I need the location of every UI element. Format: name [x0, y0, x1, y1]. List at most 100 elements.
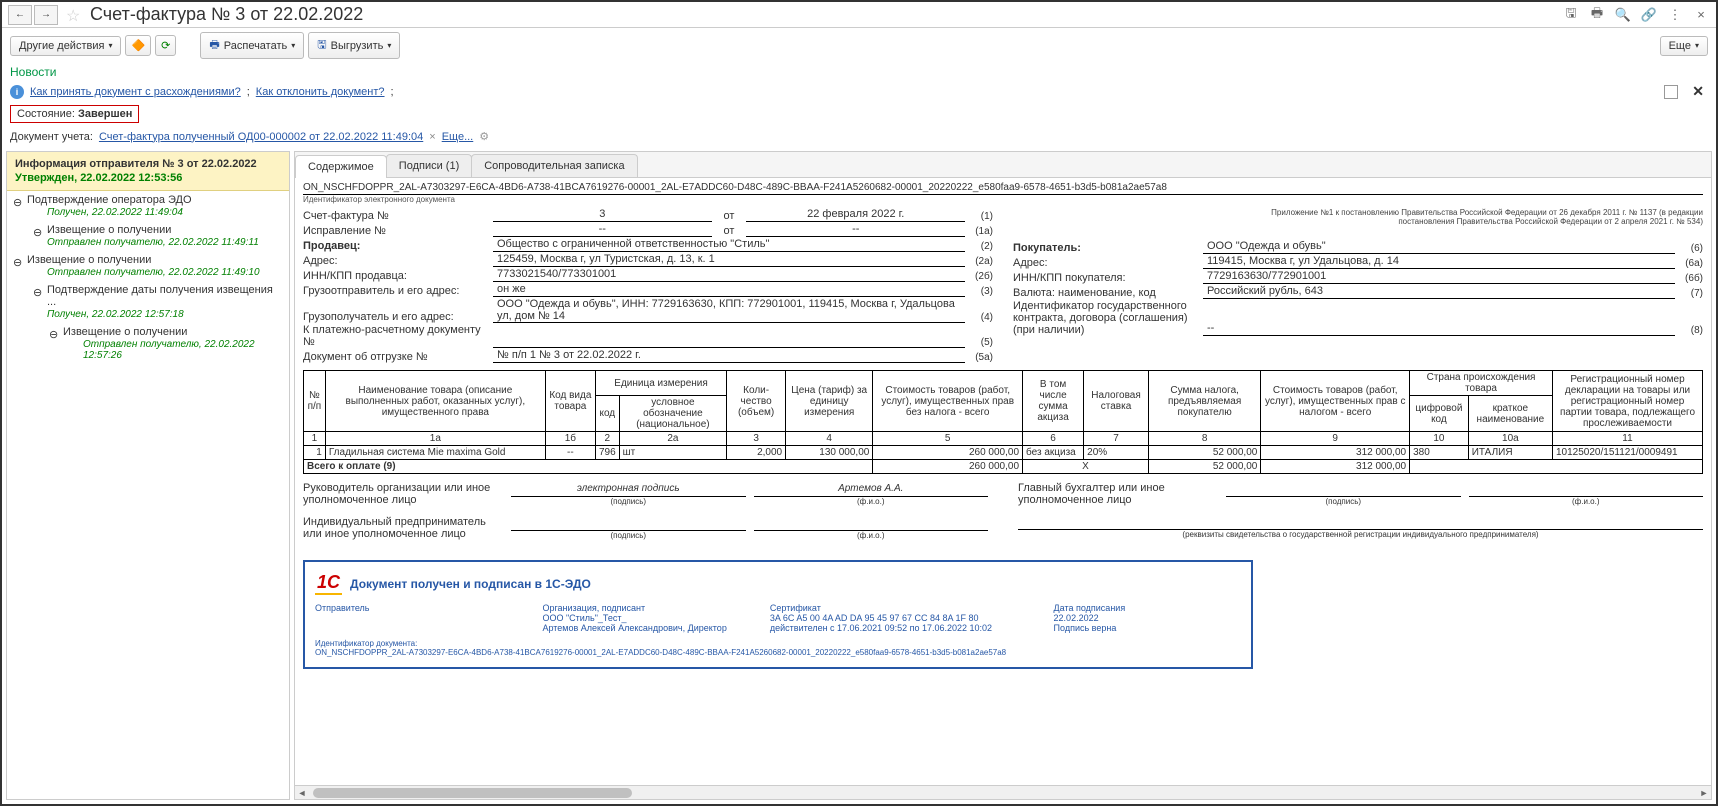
sidebar-item-title: Извещение о получении: [27, 254, 285, 266]
news-link[interactable]: Новости: [2, 63, 1716, 81]
th-tax: Сумма налога, предъявляемая покупателю: [1148, 371, 1260, 432]
form-value: 22 февраля 2022 г.: [746, 208, 965, 222]
scroll-left-icon[interactable]: ◄: [295, 786, 309, 800]
sidebar-item[interactable]: ⊖Извещение о полученииОтправлен получате…: [7, 221, 289, 251]
doc-file-id: ON_NSCHFDOPPR_2AL-A7303297-E6CA-4BD6-A73…: [303, 182, 1703, 195]
th-unit: Единица измерения: [595, 371, 726, 396]
form-value: 7733021540/773301001: [493, 268, 965, 282]
print-icon[interactable]: 🖶: [1588, 6, 1606, 24]
close-icon[interactable]: ×: [1692, 6, 1710, 24]
accounting-doc-label: Документ учета:: [10, 131, 93, 143]
th-kind: Код вида товара: [545, 371, 595, 432]
form-value: 125459, Москва г, ул Туристская, д. 13, …: [493, 253, 965, 267]
sidebar-item[interactable]: ⊖Извещение о полученииОтправлен получате…: [7, 251, 289, 281]
sidebar-item[interactable]: ⊖Извещение о полученииОтправлен получате…: [7, 323, 289, 364]
sign-bottom-label: Индивидуальный предприниматель или иное …: [303, 516, 503, 540]
form-value: 3: [493, 208, 712, 222]
tab-cover-note[interactable]: Сопроводительная записка: [471, 154, 637, 177]
edo-title: Документ получен и подписан в 1С-ЭДО: [350, 577, 591, 591]
sidebar-item-sub: Отправлен получателю, 22.02.2022 11:49:1…: [27, 267, 285, 278]
status-label: Состояние:: [17, 108, 75, 120]
export-button[interactable]: 🖫Выгрузить▾: [308, 32, 400, 59]
edo-sender-label: Отправитель: [315, 603, 502, 613]
sign-line-signature: электронная подпись: [511, 483, 746, 497]
form-value: Общество с ограниченной ответственностью…: [493, 238, 965, 252]
form-label: К платежно-расчетному документу №: [303, 324, 493, 348]
nav-back-button[interactable]: ←: [8, 5, 32, 25]
sidebar-item[interactable]: ⊖Подтверждение оператора ЭДОПолучен, 22.…: [7, 191, 289, 221]
th-num: № п/п: [304, 371, 326, 432]
sidebar-item[interactable]: ⊖Подтверждение даты получения извещения …: [7, 281, 289, 323]
gear-icon[interactable]: ⚙: [479, 130, 489, 143]
scroll-right-icon[interactable]: ►: [1697, 786, 1711, 800]
th-qty: Коли- чество (объем): [727, 371, 786, 432]
search-icon[interactable]: 🔍: [1614, 6, 1632, 24]
sign-left-label: Руководитель организации или иное уполно…: [303, 482, 503, 506]
table-total-row: Всего к оплате (9) 260 000,00 X 52 000,0…: [304, 460, 1703, 474]
tab-content[interactable]: Содержимое: [295, 155, 387, 178]
edo-date-value: 22.02.2022: [1054, 613, 1241, 623]
edo-cert-value: 3A 6C A5 00 4A AD DA 95 45 97 67 CC 84 8…: [770, 613, 1014, 623]
sidebar-item-title: Извещение о получении: [47, 224, 285, 236]
tab-signatures[interactable]: Подписи (1): [386, 154, 472, 177]
refresh-button[interactable]: ⟳: [155, 35, 176, 56]
accounting-doc-more[interactable]: Еще...: [442, 131, 474, 143]
form-label: ИНН/КПП покупателя:: [1013, 272, 1203, 284]
form-value: он же: [493, 283, 965, 297]
info-row: i Как принять документ с расхождениями?;…: [2, 81, 1716, 102]
horizontal-scrollbar[interactable]: ◄ ►: [295, 785, 1711, 799]
page-title: Счет-фактура № 3 от 22.02.2022: [90, 4, 1562, 25]
hierarchy-button[interactable]: 🔶: [125, 35, 151, 56]
edo-verify: Подпись верна: [1054, 623, 1241, 633]
other-actions-label: Другие действия: [19, 40, 104, 52]
sidebar-header-sub: Утвержден, 22.02.2022 12:53:56: [15, 172, 281, 184]
list-icon[interactable]: [1664, 85, 1678, 99]
nav-forward-button[interactable]: →: [34, 5, 58, 25]
form-label: Покупатель:: [1013, 242, 1203, 254]
table-row: 1 Гладильная система Mie maxima Gold -- …: [304, 446, 1703, 460]
status-row: Состояние: Завершен: [2, 102, 1716, 126]
status-badge: Состояние: Завершен: [10, 105, 139, 123]
doc-file-id-label: Идентификатор электронного документа: [303, 195, 1703, 204]
titlebar: ← → ☆ Счет-фактура № 3 от 22.02.2022 🖫 🖶…: [2, 2, 1716, 28]
sidebar-item-sub: Отправлен получателю, 22.02.2022 11:49:1…: [47, 237, 285, 248]
more-button[interactable]: Еще▾: [1660, 36, 1708, 56]
sign-right-label: Главный бухгалтер или иное уполномоченно…: [1018, 482, 1218, 506]
menu-icon[interactable]: ⋮: [1666, 6, 1684, 24]
save-icon[interactable]: 🖫: [1562, 6, 1580, 24]
sidebar-header-title: Информация отправителя № 3 от 22.02.2022: [15, 158, 281, 170]
th-sum-notax: Стоимость товаров (работ, услуг), имущес…: [873, 371, 1023, 432]
favorite-icon[interactable]: ☆: [66, 6, 84, 24]
sidebar-item-title: Подтверждение даты получения извещения .…: [47, 284, 285, 308]
form-label: Грузоотправитель и его адрес:: [303, 285, 493, 297]
edo-org-label: Организация, подписант: [542, 603, 729, 613]
edo-date-label: Дата подписания: [1054, 603, 1241, 613]
edo-cert-label: Сертификат: [770, 603, 1014, 613]
other-actions-button[interactable]: Другие действия▾: [10, 36, 121, 56]
scroll-thumb[interactable]: [313, 788, 632, 798]
edo-cert-valid: действителен с 17.06.2021 09:52 по 17.06…: [770, 623, 1014, 633]
link-icon[interactable]: 🔗: [1640, 6, 1658, 24]
edo-org-name: ООО "Стиль"_Тест_: [542, 613, 729, 623]
sidebar-header[interactable]: Информация отправителя № 3 от 22.02.2022…: [7, 152, 289, 191]
form-value: ООО "Одежда и обувь": [1203, 240, 1675, 254]
print-label: Распечатать: [224, 40, 287, 52]
print-button[interactable]: 🖶Распечатать▾: [200, 32, 304, 59]
sidebar-item-sub: Получен, 22.02.2022 11:49:04: [27, 207, 285, 218]
info-link-rejection[interactable]: Как принять документ с расхождениями?: [30, 86, 241, 98]
document-body: ON_NSCHFDOPPR_2AL-A7303297-E6CA-4BD6-A73…: [295, 178, 1711, 785]
form-label: Счет-фактура №: [303, 210, 493, 222]
accounting-doc-clear[interactable]: ×: [429, 131, 435, 143]
info-link-decline[interactable]: Как отклонить документ?: [256, 86, 385, 98]
toolbar: Другие действия▾ 🔶 ⟳ 🖶Распечатать▾ 🖫Выгр…: [2, 28, 1716, 63]
form-value: ООО "Одежда и обувь", ИНН: 7729163630, К…: [493, 298, 965, 323]
tabs: Содержимое Подписи (1) Сопроводительная …: [295, 152, 1711, 178]
th-uname: условное обозначение (национальное): [619, 396, 727, 432]
th-cname: краткое наименование: [1468, 396, 1552, 432]
th-decl: Регистрационный номер декларации на това…: [1553, 371, 1703, 432]
info-close-icon[interactable]: ✕: [1688, 83, 1708, 100]
accounting-doc-link[interactable]: Счет-фактура полученный ОД00-000002 от 2…: [99, 131, 423, 143]
form-value: [493, 334, 965, 348]
info-icon: i: [10, 85, 24, 99]
regulatory-note: Приложение №1 к постановлению Правительс…: [1243, 208, 1703, 226]
